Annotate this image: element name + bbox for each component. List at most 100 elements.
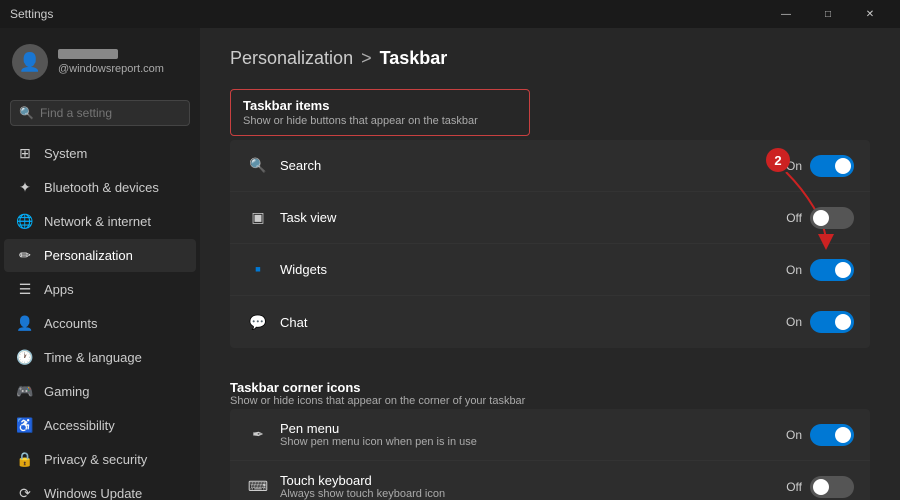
widgets-toggle-thumb xyxy=(835,262,851,278)
user-profile: 👤 @windowsreport.com xyxy=(0,28,200,96)
chat-toggle-thumb xyxy=(835,314,851,330)
taskbar-items-title: Taskbar items xyxy=(243,98,517,113)
search-toggle[interactable] xyxy=(810,155,854,177)
network-icon: 🌐 xyxy=(16,213,34,230)
sidebar-item-label: Personalization xyxy=(44,248,133,263)
widgets-status: On xyxy=(786,263,802,277)
accessibility-icon: ♿ xyxy=(16,417,34,434)
corner-icons-section: Taskbar corner icons Show or hide icons … xyxy=(230,372,870,500)
chat-setting-label: Chat xyxy=(280,315,786,330)
breadcrumb: Personalization > Taskbar xyxy=(230,48,870,69)
gaming-icon: 🎮 xyxy=(16,383,34,400)
search-setting-icon: 🔍 xyxy=(246,157,270,174)
corner-icons-title: Taskbar corner icons xyxy=(230,380,870,395)
sidebar-item-label: Bluetooth & devices xyxy=(44,180,159,195)
corner-icons-rows: ✒ Pen menu Show pen menu icon when pen i… xyxy=(230,409,870,500)
sidebar-item-label: Accounts xyxy=(44,316,97,331)
user-info: @windowsreport.com xyxy=(58,49,164,75)
content-area: Personalization > Taskbar Taskbar items … xyxy=(200,28,900,500)
sidebar-item-label: Network & internet xyxy=(44,214,151,229)
taskbar-items-header: Taskbar items Show or hide buttons that … xyxy=(230,89,530,136)
sidebar: 👤 @windowsreport.com 🔍 ⊞ System ✦ Blueto… xyxy=(0,28,200,500)
chat-setting-icon: 💬 xyxy=(246,314,270,331)
pen-setting-icon: ✒ xyxy=(246,426,270,443)
chat-toggle[interactable] xyxy=(810,311,854,333)
apps-icon: ☰ xyxy=(16,281,34,298)
privacy-icon: 🔒 xyxy=(16,451,34,468)
pen-status: On xyxy=(786,428,802,442)
widgets-setting-label: Widgets xyxy=(280,262,786,277)
user-email: @windowsreport.com xyxy=(58,63,164,75)
chat-label-wrap: Chat xyxy=(280,315,786,330)
sidebar-item-gaming[interactable]: 🎮 Gaming xyxy=(4,375,196,408)
user-name xyxy=(58,49,118,59)
pen-toggle-thumb xyxy=(835,427,851,443)
taskview-setting-row: ▣ Task view Off xyxy=(230,192,870,244)
sidebar-item-accounts[interactable]: 👤 Accounts xyxy=(4,307,196,340)
window-controls: — □ ✕ xyxy=(766,0,890,28)
search-icon: 🔍 xyxy=(19,106,34,120)
chat-setting-row: 💬 Chat On xyxy=(230,296,870,348)
search-toggle-thumb xyxy=(835,158,851,174)
close-button[interactable]: ✕ xyxy=(850,0,890,28)
taskview-toggle[interactable] xyxy=(810,207,854,229)
personalization-icon: ✏ xyxy=(16,247,34,264)
sidebar-item-label: Accessibility xyxy=(44,418,115,433)
sidebar-item-apps[interactable]: ☰ Apps xyxy=(4,273,196,306)
search-setting-label: Search xyxy=(280,158,786,173)
pen-setting-label: Pen menu xyxy=(280,421,786,436)
sidebar-item-update[interactable]: ⟳ Windows Update xyxy=(4,477,196,500)
search-box[interactable]: 🔍 xyxy=(10,100,190,126)
keyboard-toggle-thumb xyxy=(813,479,829,495)
sidebar-item-label: Time & language xyxy=(44,350,142,365)
corner-icons-desc: Show or hide icons that appear on the co… xyxy=(230,395,870,407)
breadcrumb-parent[interactable]: Personalization xyxy=(230,48,353,69)
taskbar-items-section: Taskbar items Show or hide buttons that … xyxy=(230,89,870,348)
pen-label-wrap: Pen menu Show pen menu icon when pen is … xyxy=(280,421,786,448)
keyboard-setting-label: Touch keyboard xyxy=(280,473,786,488)
widgets-toggle[interactable] xyxy=(810,259,854,281)
minimize-button[interactable]: — xyxy=(766,0,806,28)
bluetooth-icon: ✦ xyxy=(16,179,34,196)
pen-toggle[interactable] xyxy=(810,424,854,446)
annotation-2-container: 2 xyxy=(766,148,790,172)
time-icon: 🕐 xyxy=(16,349,34,366)
breadcrumb-current: Taskbar xyxy=(380,48,448,69)
update-icon: ⟳ xyxy=(16,485,34,500)
title-bar: Settings — □ ✕ xyxy=(0,0,900,28)
sidebar-item-accessibility[interactable]: ♿ Accessibility xyxy=(4,409,196,442)
sidebar-item-time[interactable]: 🕐 Time & language xyxy=(4,341,196,374)
corner-icons-header: Taskbar corner icons Show or hide icons … xyxy=(230,372,870,409)
chat-status: On xyxy=(786,315,802,329)
sidebar-item-label: Windows Update xyxy=(44,486,142,500)
sidebar-item-label: Gaming xyxy=(44,384,90,399)
system-icon: ⊞ xyxy=(16,145,34,162)
avatar: 👤 xyxy=(12,44,48,80)
keyboard-status: Off xyxy=(786,480,802,494)
sidebar-item-privacy[interactable]: 🔒 Privacy & security xyxy=(4,443,196,476)
search-input[interactable] xyxy=(40,106,195,120)
app-title: Settings xyxy=(10,7,53,21)
taskview-setting-label: Task view xyxy=(280,210,786,225)
sidebar-item-network[interactable]: 🌐 Network & internet xyxy=(4,205,196,238)
pen-setting-sub: Show pen menu icon when pen is in use xyxy=(280,436,786,448)
pen-setting-row: ✒ Pen menu Show pen menu icon when pen i… xyxy=(230,409,870,461)
annotation-2: 2 xyxy=(766,148,790,172)
sidebar-item-bluetooth[interactable]: ✦ Bluetooth & devices xyxy=(4,171,196,204)
nav-list: ⊞ System ✦ Bluetooth & devices 🌐 Network… xyxy=(0,136,200,500)
widgets-setting-icon: ▪ xyxy=(246,259,270,280)
taskview-setting-icon: ▣ xyxy=(246,209,270,226)
maximize-button[interactable]: □ xyxy=(808,0,848,28)
taskview-toggle-thumb xyxy=(813,210,829,226)
taskbar-items-desc: Show or hide buttons that appear on the … xyxy=(243,115,517,127)
sidebar-item-label: Apps xyxy=(44,282,74,297)
sidebar-item-label: System xyxy=(44,146,87,161)
breadcrumb-separator: > xyxy=(361,48,372,69)
keyboard-setting-row: ⌨ Touch keyboard Always show touch keybo… xyxy=(230,461,870,500)
keyboard-setting-icon: ⌨ xyxy=(246,478,270,495)
sidebar-item-personalization[interactable]: ✏ Personalization 1 xyxy=(4,239,196,272)
keyboard-label-wrap: Touch keyboard Always show touch keyboar… xyxy=(280,473,786,500)
main-layout: 👤 @windowsreport.com 🔍 ⊞ System ✦ Blueto… xyxy=(0,28,900,500)
sidebar-item-system[interactable]: ⊞ System xyxy=(4,137,196,170)
keyboard-toggle[interactable] xyxy=(810,476,854,498)
